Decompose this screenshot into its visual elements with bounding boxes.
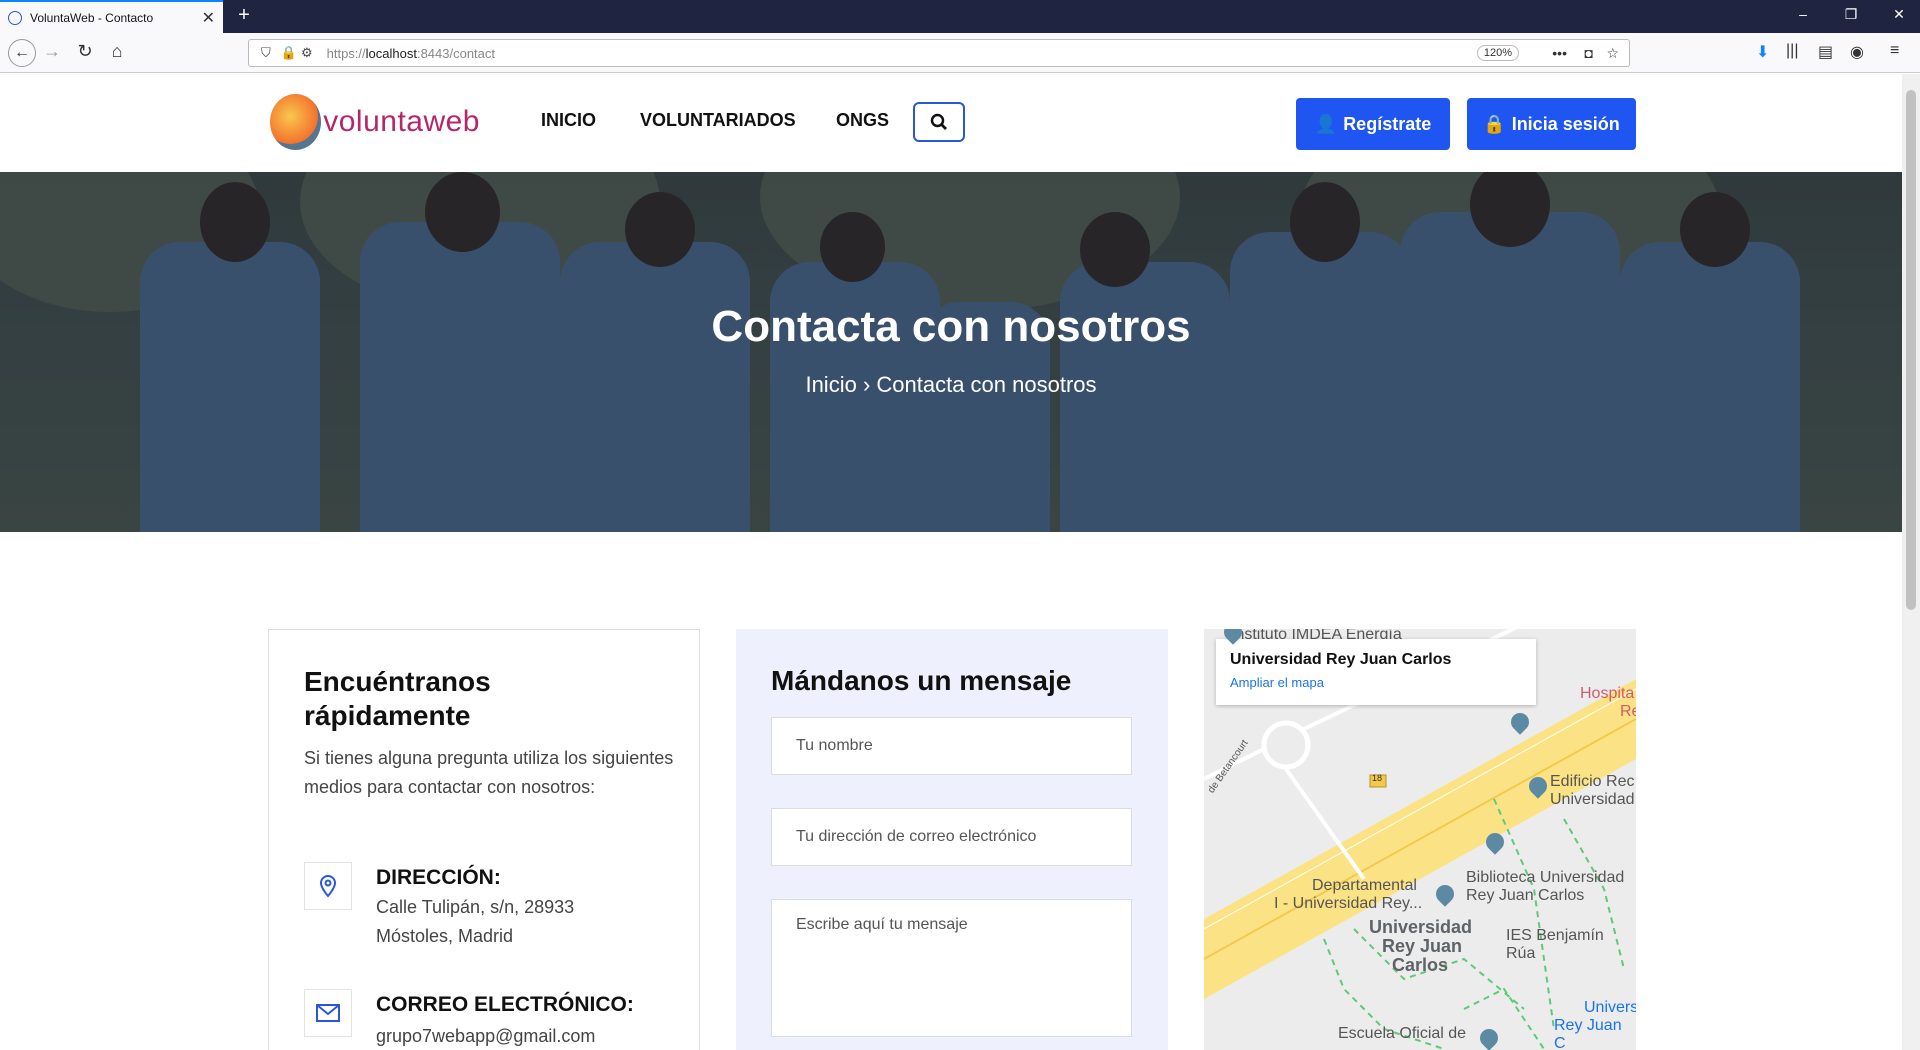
close-tab-icon[interactable]: ✕ xyxy=(202,8,215,28)
tab-title: VoluntaWeb - Contacto xyxy=(30,10,154,25)
breadcrumb: Inicio › Contacta con nosotros xyxy=(0,372,1902,398)
page-scrollbar[interactable] xyxy=(1902,74,1920,1050)
site-header: voluntaweb INICIO VOLUNTARIADOS ONGS 👤 R… xyxy=(0,74,1902,172)
map-label-departamental: Departamental xyxy=(1312,877,1417,894)
map-label-univ-right-2: Rey Juan C xyxy=(1554,1017,1622,1050)
name-input[interactable]: Tu nombre xyxy=(771,717,1132,775)
map-label-departamental-2: I - Universidad Rey... xyxy=(1274,895,1423,912)
envelope-icon xyxy=(304,989,352,1037)
lock-warning-icon[interactable]: 🔒 xyxy=(281,45,297,61)
map-popup-title: Universidad Rey Juan Carlos xyxy=(1230,651,1452,668)
contact-info-card: Encuéntranos rápidamente Si tienes algun… xyxy=(268,629,700,1050)
message-form-card: Mándanos un mensaje Tu nombre Tu direcci… xyxy=(736,629,1168,1050)
email-value[interactable]: grupo7webapp@gmail.com xyxy=(376,1022,595,1050)
search-icon xyxy=(930,113,947,130)
browser-tab[interactable]: VoluntaWeb - Contacto ✕ xyxy=(0,0,223,33)
browser-nav-bar: ← → ↻ ⌂ ⛉ 🔒 ⚙ https://localhost:8443/con… xyxy=(0,33,1920,73)
map-label-hospital: Hospita xyxy=(1580,685,1635,702)
library-icon[interactable]: ||| xyxy=(1786,42,1798,60)
enlarge-map-link[interactable]: Ampliar el mapa xyxy=(1230,675,1522,690)
search-button[interactable] xyxy=(913,102,965,142)
nav-ongs[interactable]: ONGS xyxy=(836,110,889,131)
forward-icon[interactable]: → xyxy=(40,41,64,62)
login-button[interactable]: 🔒 Inicia sesión xyxy=(1467,98,1636,150)
map-label-biblioteca-2: Rey Juan Carlos xyxy=(1466,887,1585,904)
restore-icon[interactable]: ❐ xyxy=(1836,6,1866,23)
hero-title: Contacta con nosotros xyxy=(711,302,1191,351)
map-road-number: 18 xyxy=(1372,773,1383,783)
site-favicon-icon xyxy=(8,10,22,25)
permissions-icon[interactable]: ⚙ xyxy=(301,45,313,61)
map-label-biblioteca: Biblioteca Universidad xyxy=(1466,869,1625,886)
register-button[interactable]: 👤 Regístrate xyxy=(1296,98,1450,150)
menu-hamburger-icon[interactable]: ≡ xyxy=(1890,42,1899,60)
sidebar-icon[interactable]: ▤ xyxy=(1818,42,1833,62)
form-title: Mándanos un mensaje xyxy=(771,665,1072,696)
close-window-icon[interactable]: ✕ xyxy=(1884,6,1914,23)
page-content: voluntaweb INICIO VOLUNTARIADOS ONGS 👤 R… xyxy=(0,74,1902,1050)
page-actions-icon[interactable]: ••• xyxy=(1552,45,1567,61)
site-logo[interactable]: voluntaweb xyxy=(270,92,480,152)
map-label-urjc-2: Rey Juan xyxy=(1382,936,1463,956)
zoom-badge[interactable]: 120% xyxy=(1476,45,1519,61)
map-label-edificio-2: Universidad xyxy=(1550,791,1635,808)
email-input[interactable]: Tu dirección de correo electrónico xyxy=(771,808,1132,866)
map-label-hospital-2: Re xyxy=(1620,703,1636,720)
map-label-urjc-3: Carlos xyxy=(1392,955,1449,975)
logo-text: voluntaweb xyxy=(323,105,480,138)
pocket-icon[interactable]: ◘ xyxy=(1585,45,1593,61)
map-label-univ-right: Univers xyxy=(1584,999,1636,1016)
message-textarea[interactable]: Escribe aquí tu mensaje xyxy=(771,899,1132,1037)
breadcrumb-home-link[interactable]: Inicio xyxy=(805,372,856,397)
shield-icon[interactable]: ⛉ xyxy=(261,45,271,61)
login-label: Inicia sesión xyxy=(1511,113,1620,134)
hero-overlay xyxy=(0,172,1902,532)
back-icon[interactable]: ← xyxy=(8,39,36,67)
map-info-popup: Universidad Rey Juan Carlos Ampliar el m… xyxy=(1216,639,1536,705)
downloads-icon[interactable]: ⬇ xyxy=(1756,42,1769,62)
find-us-description: Si tienes alguna pregunta utiliza los si… xyxy=(304,748,674,797)
home-icon[interactable]: ⌂ xyxy=(105,41,129,62)
breadcrumb-separator: › xyxy=(862,372,871,397)
minimize-icon[interactable]: – xyxy=(1788,6,1818,22)
find-us-title: Encuéntranos rápidamente xyxy=(304,666,491,731)
map-label-escuela: Escuela Oficial de xyxy=(1338,1025,1467,1042)
map-label-urjc-1: Universidad xyxy=(1369,917,1473,937)
nav-inicio[interactable]: INICIO xyxy=(541,110,596,131)
google-map[interactable]: Instituto IMDEA Energía Universidad Rey … xyxy=(1204,629,1636,1050)
lock-icon: 🔒 xyxy=(1483,113,1506,134)
new-tab-icon[interactable]: + xyxy=(232,4,256,27)
user-icon: 👤 xyxy=(1314,113,1338,134)
map-label-edificio: Edificio Rec xyxy=(1550,773,1635,790)
email-label: CORREO ELECTRÓNICO: xyxy=(376,993,634,1016)
account-icon[interactable]: ◉ xyxy=(1850,42,1864,62)
hero-banner: Contacta con nosotros Inicio › Contacta … xyxy=(0,172,1902,532)
address-label: DIRECCIÓN: xyxy=(376,866,501,889)
register-label: Regístrate xyxy=(1343,113,1432,134)
scrollbar-thumb[interactable] xyxy=(1906,90,1916,610)
address-value: Calle Tulipán, s/n, 28933 Móstoles, Madr… xyxy=(376,897,575,946)
location-pin-icon xyxy=(304,862,352,910)
bookmark-star-icon[interactable]: ☆ xyxy=(1606,45,1619,62)
map-label-ies: IES Benjamín Rúa xyxy=(1506,927,1604,962)
nav-voluntariados[interactable]: VOLUNTARIADOS xyxy=(640,110,796,131)
browser-tab-bar: VoluntaWeb - Contacto ✕ + – ❐ ✕ xyxy=(0,0,1920,33)
logo-volunteers-icon xyxy=(270,94,322,150)
url-text[interactable]: https://localhost:8443/contact xyxy=(327,46,495,61)
reload-icon[interactable]: ↻ xyxy=(73,41,97,62)
breadcrumb-current: Contacta con nosotros xyxy=(876,372,1097,397)
url-bar[interactable]: ⛉ 🔒 ⚙ https://localhost:8443/contact 120… xyxy=(248,39,1630,67)
